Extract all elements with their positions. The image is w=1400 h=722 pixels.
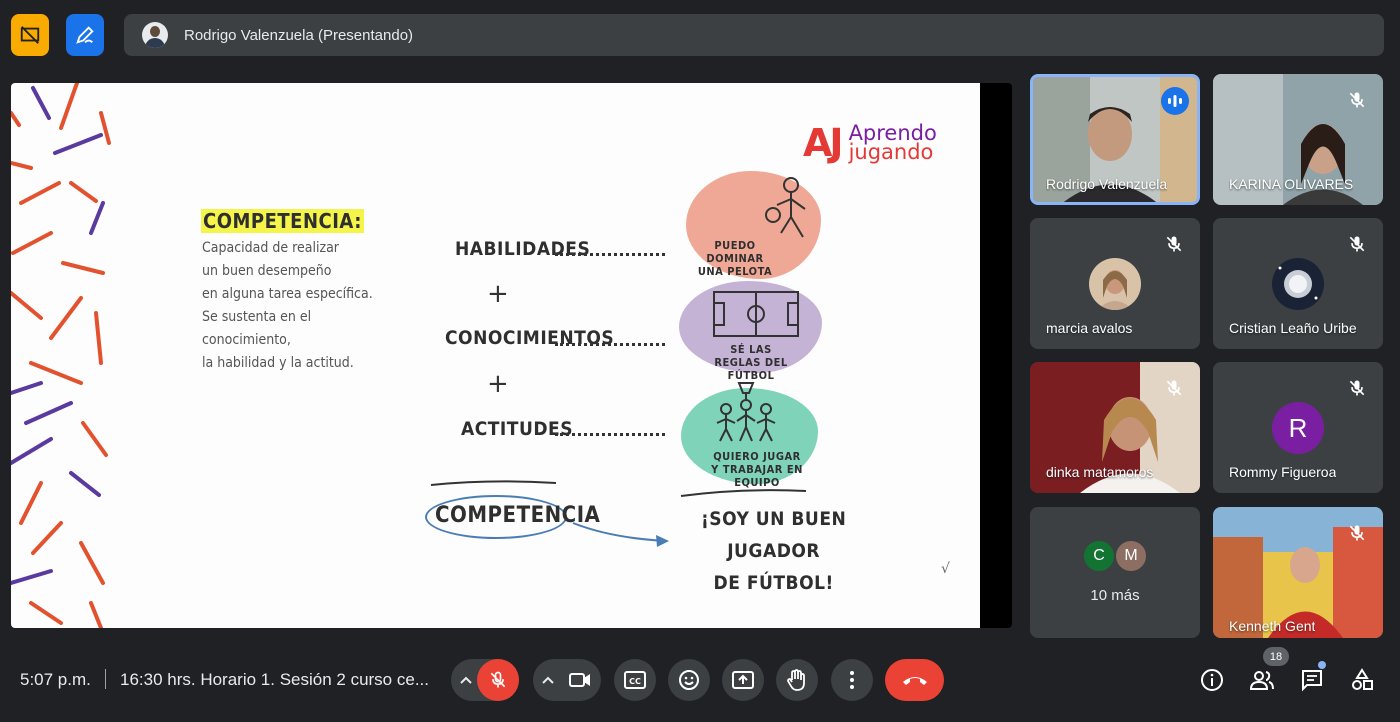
result-line: ¡SOY UN BUEN [701,508,847,530]
mic-off-icon [1349,525,1365,541]
presenter-bar: Rodrigo Valenzuela (Presentando) [124,14,1384,56]
result-line: DE FÚTBOL! [713,572,834,594]
participant-name: Rommy Figueroa [1229,464,1337,480]
captions-button[interactable]: CC [614,659,656,701]
camera-control-group [533,659,601,701]
present-icon [732,671,754,689]
mic-off-icon [1349,236,1365,252]
more-participants-tile[interactable]: C M 10 más [1030,507,1200,638]
more-count-label: 10 más [1090,587,1140,604]
audio-bars-icon [1168,95,1182,107]
activities-button[interactable] [1347,665,1377,695]
presentation-area: AJ Aprendo jugando COMPETENCIA: Capacida… [11,83,1012,628]
participant-name: Cristian Leaño Uribe [1229,320,1357,336]
presenter-avatar [142,22,168,48]
captions-icon: CC [624,671,646,689]
avatar [1089,258,1141,310]
avatar: C [1082,539,1116,573]
raise-hand-button[interactable] [776,659,818,701]
mic-off-icon [1166,236,1182,252]
participant-name: dinka matamoros [1046,464,1154,480]
participant-name: Rodrigo Valenzuela [1046,176,1168,192]
participant-tile-dinka[interactable]: dinka matamoros [1030,362,1200,493]
mic-off-icon [490,671,506,688]
mic-control-group [451,659,519,701]
end-call-button[interactable] [885,659,944,701]
participant-name: KARINA OLIVARES [1229,176,1354,192]
mic-off-icon [1166,380,1182,396]
presenter-label: Rodrigo Valenzuela (Presentando) [184,26,414,44]
participant-tile-karina[interactable]: KARINA OLIVARES [1213,74,1383,205]
mic-off-icon [1349,92,1365,108]
present-button[interactable] [722,659,764,701]
check-mark: √ [941,561,950,577]
participant-name: Kenneth Gent [1229,618,1316,634]
reactions-button[interactable] [668,659,710,701]
participant-tile-marcia[interactable]: marcia avalos [1030,218,1200,349]
mic-off-icon [1349,380,1365,396]
pen-icon [76,26,94,44]
meet-window: Rodrigo Valenzuela (Presentando) AJ Apre… [0,0,1400,722]
clock: 5:07 p.m. [20,670,91,689]
microphone-toggle-button[interactable] [477,659,519,701]
competencia-word: COMPETENCIA [435,503,601,528]
activities-icon [1352,668,1373,690]
chevron-up-icon [542,676,554,684]
people-count-badge: 18 [1263,647,1289,666]
participant-name: marcia avalos [1046,320,1133,336]
svg-text:CC: CC [629,677,641,686]
speaking-indicator [1161,87,1189,115]
meeting-title: 16:30 hrs. Horario 1. Sesión 2 curso ce.… [120,670,429,689]
avatar [1272,258,1324,310]
chevron-up-icon [460,676,472,684]
stop-presenting-button[interactable] [11,14,49,56]
avatar: R [1272,402,1324,454]
participant-tile-rommy[interactable]: R Rommy Figueroa [1213,362,1383,493]
participant-tile-cristian[interactable]: Cristian Leaño Uribe [1213,218,1383,349]
people-icon [1249,671,1274,690]
info-icon [1201,669,1223,691]
result-line: JUGADOR [727,540,821,562]
raise-hand-icon [787,669,805,691]
camera-toggle-button[interactable] [559,659,601,701]
camera-icon [569,673,590,687]
end-call-icon [902,677,927,685]
present-off-icon [20,26,40,44]
avatar: M [1114,539,1148,573]
meeting-details-button[interactable] [1197,665,1227,695]
people-button[interactable] [1247,665,1277,695]
participant-tile-rodrigo[interactable]: Rodrigo Valenzuela [1030,74,1200,205]
participant-tile-kenneth[interactable]: Kenneth Gent [1213,507,1383,638]
result-text: ¡SOY UN BUEN JUGADOR DE FÚTBOL! [701,503,846,599]
more-options-button[interactable] [831,659,873,701]
emoji-icon [679,670,699,690]
chat-icon [1302,670,1322,692]
chat-button[interactable] [1297,665,1327,695]
annotate-button[interactable] [66,14,104,56]
chat-notification-dot [1318,661,1326,669]
divider [105,669,106,689]
more-options-icon [850,671,854,689]
slide: AJ Aprendo jugando COMPETENCIA: Capacida… [11,83,980,628]
